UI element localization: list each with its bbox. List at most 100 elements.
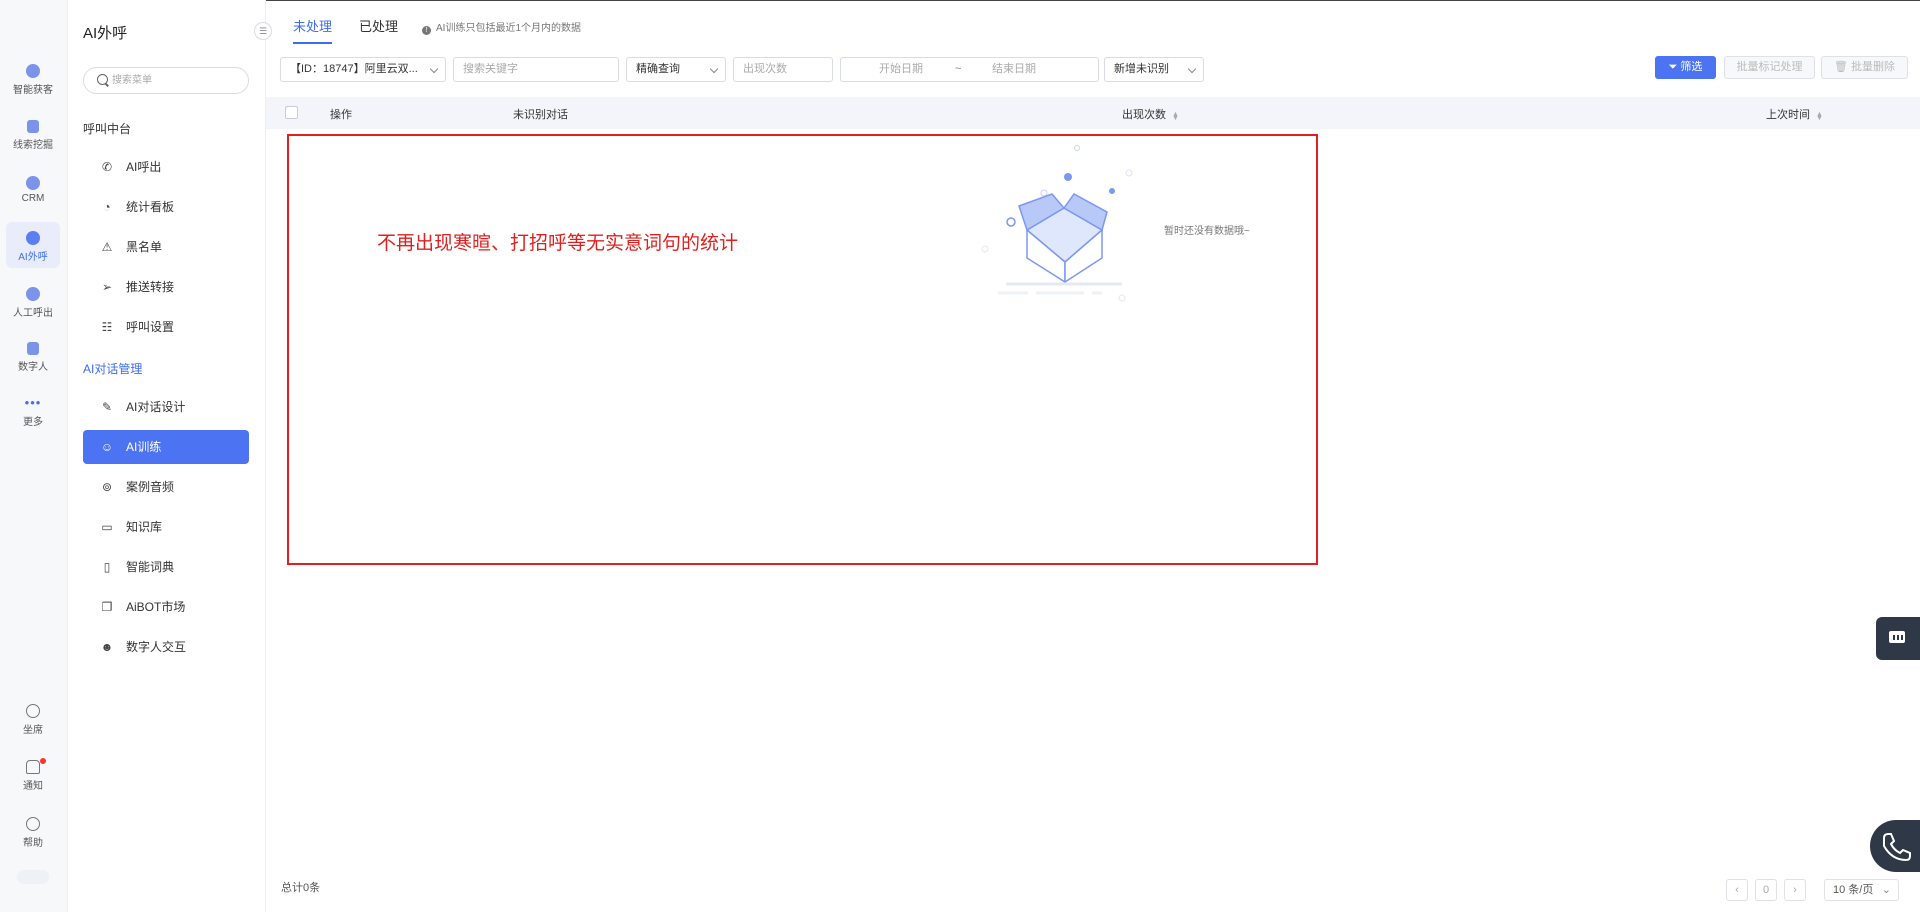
- menu-label: AI对话设计: [126, 400, 186, 414]
- menu-label: AI呼出: [126, 160, 162, 174]
- start-date-input[interactable]: 开始日期: [879, 58, 923, 81]
- next-page-button[interactable]: ›: [1784, 879, 1806, 901]
- menu-label: AI训练: [126, 440, 162, 454]
- headset-icon: [26, 287, 40, 301]
- nav-item-notifications[interactable]: 通知: [0, 758, 66, 792]
- page-number[interactable]: 0: [1755, 879, 1777, 901]
- menu-search-input[interactable]: 搜索菜单: [83, 67, 249, 94]
- keyword-input[interactable]: 搜索关键字: [453, 57, 619, 82]
- book-icon: ▯: [103, 560, 111, 574]
- nav-item-crm[interactable]: CRM: [0, 176, 66, 204]
- prev-page-button[interactable]: ‹: [1726, 879, 1748, 901]
- menu-item-call-settings[interactable]: ☷ 呼叫设置: [83, 310, 249, 344]
- nav-item-help[interactable]: 帮助: [0, 817, 66, 849]
- menu-item-push-transfer[interactable]: ➢ 推送转接: [83, 270, 249, 304]
- menu-item-case-audio[interactable]: ⊚ 案例音频: [83, 470, 249, 504]
- user-avatar[interactable]: [17, 870, 49, 884]
- annotation-highlight-box: [287, 134, 1318, 565]
- total-count: 总计0条: [281, 882, 321, 894]
- annotation-text: 不再出现寒暄、打招呼等无实意词句的统计: [377, 233, 739, 254]
- nav-label: 线索挖掘: [13, 140, 53, 151]
- tab-pending[interactable]: 未处理: [293, 16, 332, 35]
- menu-item-ai-call[interactable]: ✆ AI呼出: [83, 150, 249, 184]
- tab-processed[interactable]: 已处理: [359, 16, 398, 35]
- column-count-label: 出现次数: [1122, 109, 1166, 121]
- filter-button[interactable]: ⏷ 筛选: [1655, 56, 1716, 79]
- menu-item-ai-dialog-design[interactable]: ✎ AI对话设计: [83, 390, 249, 424]
- menu-item-stats-board[interactable]: ◔ 统计看板: [83, 190, 249, 224]
- nav-label: 更多: [23, 417, 43, 428]
- column-count[interactable]: 出现次数 ▲ ▼: [1122, 106, 1179, 122]
- batch-delete-button[interactable]: 🗑 批量删除: [1821, 56, 1908, 79]
- page-size-select[interactable]: 10 条/页 ⌄: [1824, 879, 1899, 901]
- match-mode-select[interactable]: 精确查询: [626, 57, 726, 82]
- table-header: 操作 未识别对话 出现次数 ▲ ▼ 上次时间 ▲ ▼: [266, 97, 1920, 129]
- menu-label: 呼叫设置: [126, 320, 175, 334]
- nav-item-digital-human[interactable]: 数字人: [0, 342, 66, 373]
- sort-icon: ▲ ▼: [1172, 111, 1179, 122]
- match-mode-value: 精确查询: [636, 63, 680, 75]
- sort-icon: ▲ ▼: [1816, 111, 1823, 122]
- nav-label: 通知: [23, 781, 43, 792]
- nav-label: 数字人: [18, 362, 48, 373]
- nav-label: 坐席: [23, 725, 43, 736]
- type-select-value: 新增未识别: [1114, 63, 1169, 75]
- pen-icon: ✎: [101, 400, 113, 414]
- menu-label: 黑名单: [126, 240, 163, 254]
- menu-item-aibot-market[interactable]: ❐ AiBOT市场: [83, 590, 249, 624]
- nav-item-agent[interactable]: 坐席: [0, 704, 66, 736]
- primary-nav: 智能获客 线索挖掘 CRM AI外呼 人工呼出 数字人 ••• 更多 坐席 通知…: [0, 0, 68, 912]
- main-content: 未处理 已处理 ! AI训练只包括最近1个月内的数据 【ID：18747】阿里云双…: [266, 0, 1920, 912]
- type-select[interactable]: 新增未识别: [1104, 57, 1204, 82]
- column-action: 操作: [330, 109, 352, 121]
- menu-item-knowledge-base[interactable]: ▭ 知识库: [83, 510, 249, 544]
- nav-label: 人工呼出: [13, 308, 53, 319]
- chevron-down-icon: [429, 64, 439, 74]
- menu-item-digital-human-interaction[interactable]: ☻ 数字人交互: [83, 630, 249, 664]
- trash-icon: 🗑: [1833, 61, 1852, 73]
- secondary-sidebar: AI外呼 ☰ 搜索菜单 呼叫中台 ✆ AI呼出 ◔ 统计看板 ⚠ 黑名单 ➢ 推…: [68, 0, 272, 912]
- search-icon: [97, 74, 108, 85]
- active-tab-indicator: [293, 42, 332, 44]
- unread-dot: [40, 758, 46, 764]
- menu-label: 智能词典: [126, 560, 175, 574]
- nav-label: 智能获客: [13, 85, 53, 96]
- menu-label: 知识库: [126, 520, 163, 534]
- call-widget-button[interactable]: [1870, 820, 1920, 872]
- date-range-picker[interactable]: 开始日期 ~ 结束日期: [840, 57, 1099, 82]
- chat-bubble-icon: [1889, 631, 1905, 643]
- smile-icon: ☺: [100, 440, 114, 454]
- column-last-time[interactable]: 上次时间 ▲ ▼: [1766, 106, 1823, 122]
- select-all-checkbox[interactable]: [285, 106, 298, 119]
- chevron-down-icon: [1187, 64, 1197, 74]
- nav-item-more[interactable]: ••• 更多: [0, 396, 66, 428]
- pie-chart-icon: ◔: [103, 200, 111, 214]
- sliders-icon: ☷: [101, 320, 113, 334]
- menu-label: 案例音频: [126, 480, 175, 494]
- nav-item-ai-outbound[interactable]: AI外呼: [6, 222, 60, 268]
- crm-icon: [26, 176, 40, 190]
- feedback-button[interactable]: [1876, 617, 1920, 660]
- end-date-input[interactable]: 结束日期: [992, 58, 1036, 81]
- nav-item-lead-mining[interactable]: 线索挖掘: [0, 120, 66, 151]
- nav-item-manual-call[interactable]: 人工呼出: [0, 287, 66, 319]
- menu-item-smart-dictionary[interactable]: ▯ 智能词典: [83, 550, 249, 584]
- bell-icon: [26, 760, 40, 774]
- bot-select[interactable]: 【ID：18747】阿里云双...: [280, 57, 446, 82]
- phone-icon: [1883, 833, 1911, 862]
- document-icon: [27, 120, 39, 133]
- filter-button-label: 筛选: [1680, 61, 1703, 73]
- chevron-down-icon: ⌄: [1881, 884, 1891, 896]
- agent-icon: [26, 704, 40, 718]
- menu-label: 推送转接: [126, 280, 175, 294]
- batch-mark-button[interactable]: 批量标记处理: [1724, 56, 1815, 79]
- nav-label: CRM: [21, 193, 45, 204]
- nav-label: 帮助: [23, 838, 43, 849]
- tab-hint: ! AI训练只包括最近1个月内的数据: [422, 19, 581, 35]
- count-input[interactable]: 出现次数: [733, 57, 833, 82]
- date-separator: ~: [955, 63, 962, 75]
- menu-label: AiBOT市场: [126, 600, 186, 614]
- menu-item-ai-training[interactable]: ☺ AI训练: [83, 430, 249, 464]
- nav-item-smart-acquisition[interactable]: 智能获客: [0, 64, 66, 96]
- menu-item-blacklist[interactable]: ⚠ 黑名单: [83, 230, 249, 264]
